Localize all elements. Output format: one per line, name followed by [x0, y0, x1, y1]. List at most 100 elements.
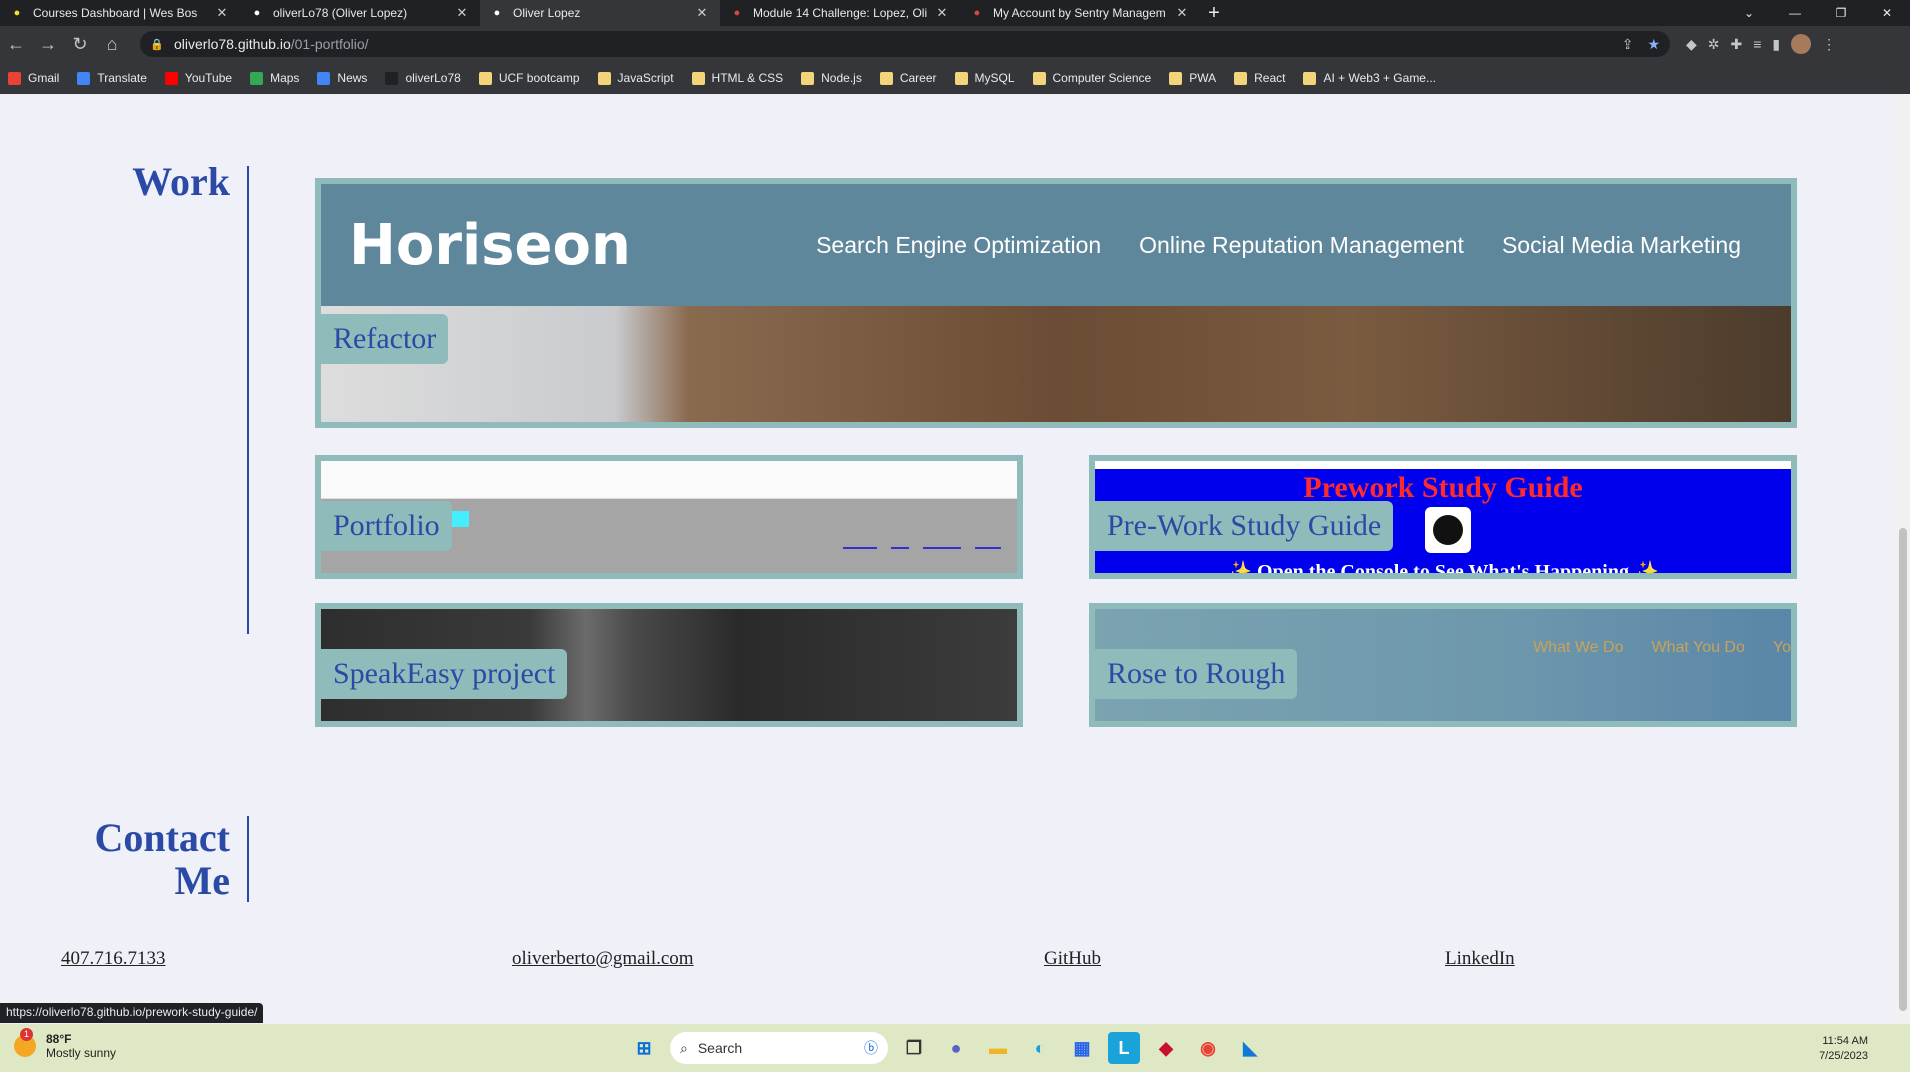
taskbar-apps: ⊞ ⌕ Search ⓑ ❐ ● ▬ ◐ ▦ L ◆ ◉ ◣ [628, 1032, 1266, 1064]
tab-search-icon[interactable]: ⌄ [1726, 0, 1772, 26]
contact-divider [247, 816, 249, 902]
tab-title: Oliver Lopez [513, 6, 581, 20]
tab-strip: ● Courses Dashboard | Wes Bos ✕ ● oliverLo78… [0, 0, 1910, 26]
bookmark-item[interactable]: HTML & CSS [691, 71, 783, 85]
weather-badge: 1 [20, 1028, 33, 1041]
bookmark-item[interactable]: Gmail [8, 71, 59, 85]
mcafee-icon[interactable]: ◆ [1150, 1032, 1182, 1064]
edge-icon[interactable]: ◐ [1024, 1032, 1056, 1064]
project-label-refactor[interactable]: Refactor [321, 314, 449, 364]
linkedin-link[interactable]: LinkedIn [1445, 948, 1515, 970]
github-link[interactable]: GitHub [1044, 948, 1101, 970]
browser-tab[interactable]: ● My Account by Sentry Managem ✕ [960, 0, 1200, 26]
scrollbar-thumb[interactable] [1899, 528, 1907, 1011]
bookmark-label: Career [899, 71, 937, 85]
bookmark-item[interactable]: AI + Web3 + Game... [1303, 71, 1436, 85]
rose-nav-item: What You Do [1651, 639, 1745, 656]
project-card-prework[interactable]: Prework Study Guide ✨ Open the Console t… [1089, 455, 1797, 579]
browser-tab[interactable]: ● Courses Dashboard | Wes Bos ✕ [0, 0, 240, 26]
task-view-icon[interactable]: ❐ [898, 1032, 930, 1064]
extension-gear-icon[interactable]: ✲ [1708, 36, 1720, 53]
project-label-prework[interactable]: Pre-Work Study Guide [1095, 501, 1394, 551]
canvas-icon: ● [733, 7, 741, 19]
back-icon[interactable]: ← [0, 28, 32, 60]
start-icon[interactable]: ⊞ [628, 1032, 660, 1064]
address-bar[interactable]: 🔒 oliverlo78.github.io/01-portfolio/ ⇪ ★ [140, 31, 1670, 57]
contact-heading-line: Contact [94, 815, 230, 860]
bookmark-star-icon[interactable]: ★ [1647, 36, 1660, 53]
bing-icon: ⓑ [864, 1040, 878, 1056]
project-card-rose[interactable]: What We Do What You Do Yo Rose to Rough [1089, 603, 1797, 727]
bookmark-label: Gmail [28, 71, 60, 85]
wes-bos-icon: ● [13, 7, 21, 19]
bookmark-label: YouTube [184, 71, 233, 85]
close-tab-icon[interactable]: ✕ [214, 5, 230, 21]
close-window-button[interactable]: ✕ [1864, 0, 1910, 26]
project-card-refactor[interactable]: Horiseon Search Engine Optimization Onli… [315, 178, 1797, 428]
browser-tab[interactable]: ● oliverLo78 (Oliver Lopez) ✕ [240, 0, 480, 26]
bookmark-item[interactable]: Computer Science [1032, 71, 1151, 85]
forward-icon[interactable]: → [32, 28, 64, 60]
reload-icon[interactable]: ↻ [64, 28, 96, 60]
phone-link[interactable]: 407.716.7133 [61, 948, 166, 970]
puzzle-icon[interactable]: ✚ [1731, 36, 1743, 53]
bookmark-item[interactable]: MySQL [954, 71, 1015, 85]
bookmark-item[interactable]: UCF bootcamp [478, 71, 580, 85]
bookmark-label: JavaScript [617, 71, 674, 85]
bookmark-item[interactable]: Maps [250, 71, 299, 85]
weather-widget[interactable]: 1 88°F Mostly sunny [14, 1028, 117, 1060]
email-link[interactable]: oliverberto@gmail.com [512, 948, 694, 970]
browser-tab[interactable]: ● Oliver Lopez ✕ [480, 0, 720, 26]
media-icon[interactable]: ≡ [1753, 36, 1761, 52]
profile-avatar[interactable] [1791, 34, 1812, 54]
temperature: 88°F [46, 1032, 72, 1046]
weather-text: Mostly sunny [46, 1046, 117, 1060]
bookmark-item[interactable]: YouTube [164, 71, 233, 85]
sentry-icon: ● [973, 7, 981, 19]
browser-tab[interactable]: ● Module 14 Challenge: Lopez, Oli ✕ [720, 0, 960, 26]
bookmark-item[interactable]: News [317, 71, 367, 85]
contact-heading-line: Me [174, 858, 230, 903]
globe-icon: ● [493, 7, 501, 19]
bookmark-item[interactable]: Translate [77, 71, 147, 85]
home-icon[interactable]: ⌂ [96, 28, 128, 60]
page-scrollbar[interactable] [1896, 94, 1910, 1024]
bookmark-item[interactable]: JavaScript [597, 71, 674, 85]
bookmark-item[interactable]: Career [879, 71, 937, 85]
vscode-icon[interactable]: ◣ [1234, 1032, 1266, 1064]
menu-icon[interactable]: ⋮ [1822, 36, 1836, 53]
gmail-icon [8, 71, 21, 85]
project-label-speakeasy[interactable]: SpeakEasy project [321, 649, 568, 699]
close-tab-icon[interactable]: ✕ [694, 5, 710, 21]
project-card-portfolio[interactable]: Portfolio [315, 455, 1023, 579]
bookmark-item[interactable]: Node.js [801, 71, 862, 85]
new-tab-button[interactable]: + [1200, 0, 1228, 26]
bookmark-item[interactable]: oliverLo78 [385, 71, 461, 85]
teams-icon[interactable]: ● [940, 1032, 972, 1064]
folder-icon [954, 71, 968, 85]
project-label-portfolio[interactable]: Portfolio [321, 501, 452, 551]
work-divider [247, 166, 249, 634]
bookmark-item[interactable]: React [1234, 71, 1285, 85]
tab-title: Module 14 Challenge: Lopez, Oli [753, 6, 928, 20]
bookmark-item[interactable]: PWA [1169, 71, 1216, 85]
l-app-icon[interactable]: L [1108, 1032, 1140, 1064]
taskbar-search[interactable]: ⌕ Search ⓑ [670, 1032, 888, 1064]
project-label-rose[interactable]: Rose to Rough [1095, 649, 1298, 699]
restore-button[interactable]: ❐ [1818, 0, 1864, 26]
extension-icon[interactable]: ◆ [1686, 36, 1697, 53]
chrome-icon[interactable]: ◉ [1192, 1032, 1224, 1064]
store-icon[interactable]: ▦ [1066, 1032, 1098, 1064]
minimize-button[interactable]: — [1772, 0, 1818, 26]
close-tab-icon[interactable]: ✕ [454, 5, 470, 21]
project-card-speakeasy[interactable]: SpeakEasy project [315, 603, 1023, 727]
share-icon[interactable]: ⇪ [1622, 36, 1634, 53]
folder-icon [478, 71, 492, 85]
close-tab-icon[interactable]: ✕ [934, 5, 950, 21]
folder-icon [1169, 71, 1183, 85]
system-clock[interactable]: 11:54 AM 7/25/2023 [1819, 1034, 1868, 1064]
close-tab-icon[interactable]: ✕ [1174, 5, 1190, 21]
file-explorer-icon[interactable]: ▬ [982, 1032, 1014, 1064]
side-panel-icon[interactable]: ▮ [1772, 36, 1780, 53]
bookmark-label: Translate [97, 71, 147, 85]
